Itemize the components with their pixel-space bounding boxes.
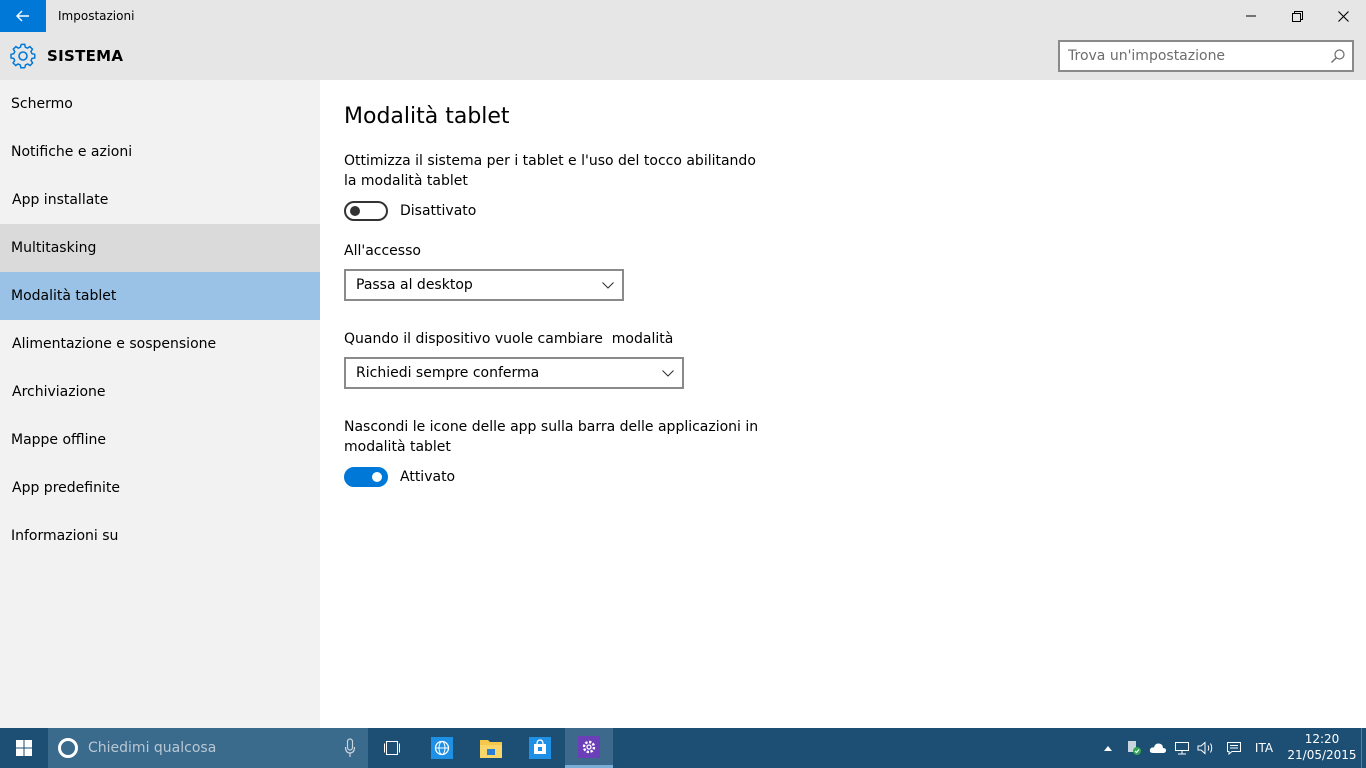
sidebar-item-alimentazione[interactable]: Alimentazione e sospensione xyxy=(0,320,320,368)
back-button[interactable] xyxy=(0,0,46,32)
title-bar: Impostazioni xyxy=(0,0,1366,32)
sign-in-dropdown[interactable]: Passa al desktop xyxy=(344,269,624,301)
windows-logo-icon xyxy=(16,740,32,756)
globe-icon xyxy=(431,737,453,759)
cloud-icon xyxy=(1149,743,1167,753)
folder-icon xyxy=(480,740,502,758)
chevron-up-icon xyxy=(1104,746,1112,751)
task-view-button[interactable] xyxy=(368,728,416,768)
toggle-knob xyxy=(372,472,382,482)
microphone-icon[interactable] xyxy=(344,738,356,758)
message-icon xyxy=(1227,742,1241,755)
taskbar-app-store[interactable] xyxy=(516,728,564,768)
sign-in-label: All'accesso xyxy=(344,243,421,259)
sign-in-dropdown-value: Passa al desktop xyxy=(356,277,473,293)
taskbar-app-file-explorer[interactable] xyxy=(467,728,515,768)
switch-mode-label: Quando il dispositivo vuole cambiare mod… xyxy=(344,331,674,347)
toggle-knob xyxy=(350,206,360,216)
show-hidden-icons-button[interactable] xyxy=(1100,728,1116,768)
tray-action-center-button[interactable] xyxy=(1224,728,1244,768)
restore-icon xyxy=(1291,10,1303,22)
tablet-mode-description: Ottimizza il sistema per i tablet e l'us… xyxy=(344,153,756,189)
hide-icons-toggle[interactable] xyxy=(344,467,388,487)
tablet-mode-toggle[interactable] xyxy=(344,201,388,221)
show-desktop-button[interactable] xyxy=(1361,728,1366,768)
chevron-down-icon xyxy=(662,370,674,377)
minimize-button[interactable] xyxy=(1228,0,1274,32)
sidebar-item-mappe-offline[interactable]: Mappe offline xyxy=(0,416,320,464)
taskbar: Chiedimi qualcosa ITA 12:20 21/05/2015 xyxy=(0,728,1366,768)
start-button[interactable] xyxy=(0,728,48,768)
sidebar-item-schermo[interactable]: Schermo xyxy=(0,80,320,128)
minimize-icon xyxy=(1246,15,1256,17)
sidebar-item-app-predefinite[interactable]: App predefinite xyxy=(0,464,320,512)
tray-onedrive-button[interactable] xyxy=(1148,728,1168,768)
restore-button[interactable] xyxy=(1274,0,1320,32)
taskbar-app-settings[interactable] xyxy=(565,728,613,768)
speaker-icon xyxy=(1197,741,1213,755)
clock-time: 12:20 xyxy=(1304,732,1340,746)
settings-search-box[interactable] xyxy=(1058,40,1354,72)
main-content: Modalità tablet Ottimizza il sistema per… xyxy=(320,80,1366,728)
tray-volume-button[interactable] xyxy=(1196,728,1216,768)
cortana-icon xyxy=(58,738,78,758)
hide-icons-description: Nascondi le icone delle app sulla barra … xyxy=(344,419,759,455)
settings-search-input[interactable] xyxy=(1068,46,1318,66)
chevron-down-icon xyxy=(602,282,614,289)
tray-security-icon-button[interactable] xyxy=(1124,728,1144,768)
settings-header: SISTEMA xyxy=(0,32,1366,80)
hide-icons-toggle-label: Attivato xyxy=(400,469,456,485)
close-button[interactable] xyxy=(1320,0,1366,32)
settings-gear-icon xyxy=(578,735,600,758)
cortana-placeholder: Chiedimi qualcosa xyxy=(88,740,217,756)
taskbar-app-edge[interactable] xyxy=(418,728,466,768)
gear-icon xyxy=(10,43,36,69)
back-arrow-icon xyxy=(16,10,29,22)
section-title: SISTEMA xyxy=(47,47,124,65)
input-language-indicator[interactable]: ITA xyxy=(1248,728,1280,768)
shield-check-icon xyxy=(1128,741,1141,755)
taskbar-clock[interactable]: 12:20 21/05/2015 xyxy=(1286,728,1358,768)
tablet-mode-toggle-label: Disattivato xyxy=(400,203,477,219)
clock-date: 21/05/2015 xyxy=(1287,748,1357,762)
task-view-icon xyxy=(384,741,400,755)
sidebar-item-modalita-tablet[interactable]: Modalità tablet xyxy=(0,272,320,320)
network-icon xyxy=(1175,742,1189,755)
store-icon xyxy=(529,737,551,759)
switch-mode-dropdown[interactable]: Richiedi sempre conferma xyxy=(344,357,684,389)
sidebar-item-multitasking[interactable]: Multitasking xyxy=(0,224,320,272)
window-title: Impostazioni xyxy=(58,9,135,23)
sidebar-item-informazioni[interactable]: Informazioni su xyxy=(0,512,320,560)
sidebar-item-archiviazione[interactable]: Archiviazione xyxy=(0,368,320,416)
sidebar-item-notifiche[interactable]: Notifiche e azioni xyxy=(0,128,320,176)
sidebar: Schermo Notifiche e azioni App installat… xyxy=(0,80,320,728)
close-icon xyxy=(1337,10,1349,22)
page-title: Modalità tablet xyxy=(344,104,510,129)
cortana-search-box[interactable]: Chiedimi qualcosa xyxy=(48,728,368,768)
tray-network-button[interactable] xyxy=(1172,728,1192,768)
search-icon[interactable] xyxy=(1330,48,1346,64)
switch-mode-dropdown-value: Richiedi sempre conferma xyxy=(356,365,540,381)
sidebar-item-app-installate[interactable]: App installate xyxy=(0,176,320,224)
